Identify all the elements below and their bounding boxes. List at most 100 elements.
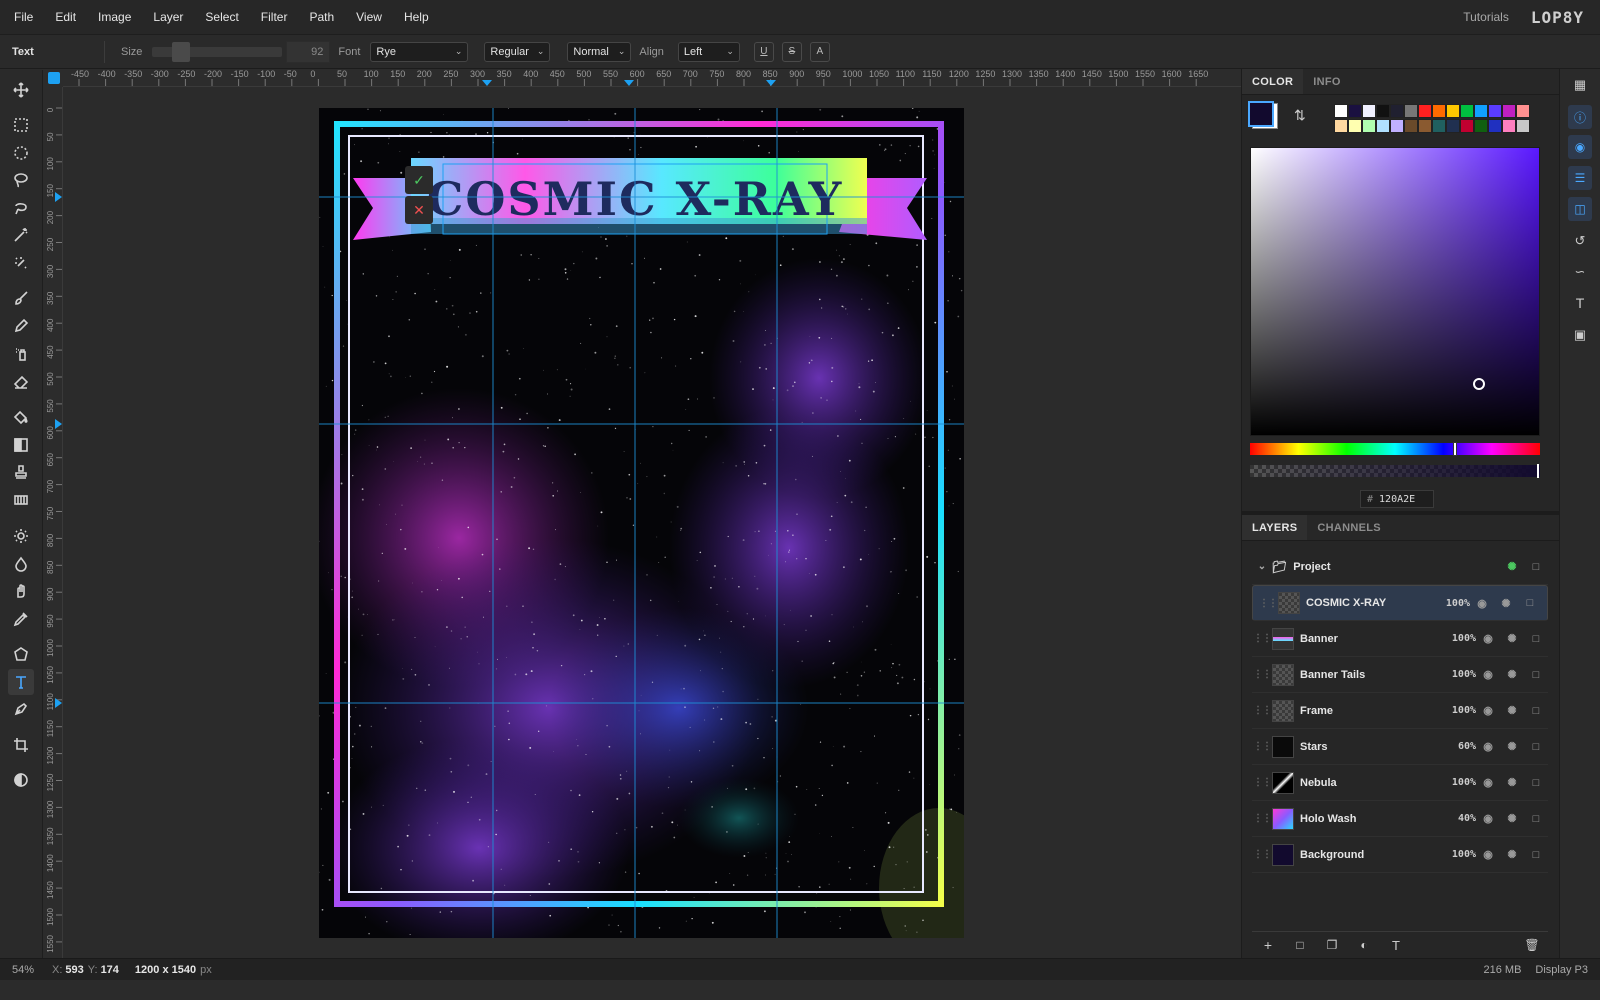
layer-group-project[interactable]: ⌄ 📁︎ Project ✺ □ [1252, 549, 1548, 585]
menu-layer[interactable]: Layer [142, 0, 194, 35]
layer-name[interactable]: Banner [1300, 633, 1338, 645]
lock-icon[interactable]: □ [1524, 813, 1548, 825]
lock-icon[interactable]: □ [1518, 597, 1542, 609]
document-canvas[interactable]: COSMIC X-RAY ✓ ✕ [319, 108, 964, 938]
color-swatch[interactable] [1334, 119, 1348, 133]
layer-opacity[interactable]: 100% [1436, 705, 1476, 716]
new-group-icon[interactable]: □ [1284, 938, 1316, 952]
blur-tool[interactable] [8, 551, 34, 577]
underline-button[interactable]: U [753, 41, 774, 62]
type-icon[interactable]: T [1568, 291, 1592, 315]
hex-input[interactable]: #120A2E [1360, 490, 1434, 508]
lasso-tool[interactable] [8, 167, 34, 193]
font-style-select[interactable]: Regular ⌄ [484, 41, 551, 62]
color-swatch[interactable] [1348, 104, 1362, 118]
chevron-down-icon[interactable]: ⌄ [1252, 561, 1272, 572]
menu-view[interactable]: View [345, 0, 393, 35]
effects-icon[interactable]: ✺ [1500, 848, 1524, 861]
layer-row[interactable]: ⋮⋮ Stars 60% ◉ ✺ □ [1252, 729, 1548, 765]
alpha-slider[interactable] [1250, 464, 1540, 478]
hue-slider-handle[interactable] [1453, 442, 1457, 456]
color-swatch[interactable] [1334, 104, 1348, 118]
drag-handle-icon[interactable]: ⋮⋮ [1252, 849, 1272, 860]
curve-icon[interactable]: ∽ [1568, 260, 1592, 284]
tab-info[interactable]: INFO [1303, 69, 1350, 94]
tutorials-link[interactable]: Tutorials [1463, 10, 1509, 24]
effects-icon[interactable]: ✺ [1500, 740, 1524, 753]
color-swatch[interactable] [1404, 119, 1418, 133]
layer-row[interactable]: ⋮⋮ Background 100% ◉ ✺ □ [1252, 837, 1548, 873]
effects-icon[interactable]: ✺ [1500, 812, 1524, 825]
lock-icon[interactable]: □ [1524, 633, 1548, 645]
layer-opacity[interactable]: 100% [1436, 633, 1476, 644]
layer-name[interactable]: Frame [1300, 705, 1333, 717]
layers-icon[interactable]: ☰ [1568, 166, 1592, 190]
drag-handle-icon[interactable]: ⋮⋮ [1252, 633, 1272, 644]
history-icon[interactable]: ↺ [1568, 229, 1592, 253]
layer-name[interactable]: Banner Tails [1300, 669, 1365, 681]
color-swatch[interactable] [1362, 119, 1376, 133]
color-swatch[interactable] [1362, 104, 1376, 118]
lock-icon[interactable]: □ [1524, 849, 1548, 861]
blend-mode-select[interactable]: Normal ⌄ [567, 41, 632, 62]
layer-opacity[interactable]: 100% [1430, 598, 1470, 609]
guide-marker[interactable] [55, 419, 62, 429]
color-swatch[interactable] [1418, 119, 1432, 133]
lock-icon[interactable]: □ [1524, 741, 1548, 753]
color-swatch[interactable] [1474, 119, 1488, 133]
text-tool[interactable] [8, 669, 34, 695]
palette-icon[interactable]: ◉ [1568, 135, 1592, 159]
color-swatch[interactable] [1390, 119, 1404, 133]
layer-row[interactable]: ⋮⋮ Banner 100% ◉ ✺ □ [1252, 621, 1548, 657]
layer-name[interactable]: Background [1300, 849, 1364, 861]
add-layer-icon[interactable]: + [1252, 937, 1284, 953]
fill-tool[interactable] [8, 404, 34, 430]
zoom-level[interactable]: 54% [0, 964, 46, 976]
align-select[interactable]: Left ⌄ [677, 41, 740, 62]
size-slider-knob[interactable] [172, 41, 191, 62]
menu-help[interactable]: Help [393, 0, 440, 35]
size-input[interactable]: 92 [286, 40, 331, 63]
layer-row[interactable]: ⋮⋮ COSMIC X-RAY 100% ◉ ✺ □ [1252, 585, 1548, 621]
channels-icon[interactable]: ◫ [1568, 197, 1592, 221]
layer-opacity[interactable]: 100% [1436, 669, 1476, 680]
color-swatch[interactable] [1502, 119, 1516, 133]
stamp-tool[interactable] [8, 459, 34, 485]
alpha-slider-handle[interactable] [1537, 464, 1539, 478]
effects-icon[interactable]: ✺ [1500, 704, 1524, 717]
drag-handle-icon[interactable]: ⋮⋮ [1252, 813, 1272, 824]
vertical-ruler[interactable]: 0 50 100 150 200 250 300 350 400 450 500 550 600 650 7… [43, 87, 63, 958]
lock-icon[interactable]: □ [1524, 561, 1548, 573]
layer-opacity[interactable]: 40% [1436, 813, 1476, 824]
map-icon[interactable]: ▦ [1568, 73, 1592, 97]
color-swatch[interactable] [1390, 104, 1404, 118]
cancel-text-button[interactable]: ✕ [405, 196, 433, 224]
guide-marker[interactable] [766, 80, 776, 86]
drag-handle-icon[interactable]: ⋮⋮ [1258, 598, 1278, 609]
effects-icon[interactable]: ✺ [1500, 668, 1524, 681]
color-swatch[interactable] [1474, 104, 1488, 118]
layer-row[interactable]: ⋮⋮ Holo Wash 40% ◉ ✺ □ [1252, 801, 1548, 837]
eye-icon[interactable]: ◉ [1470, 597, 1494, 610]
color-swatch[interactable] [1348, 119, 1362, 133]
layer-name[interactable]: Stars [1300, 741, 1328, 753]
drag-handle-icon[interactable]: ⋮⋮ [1252, 741, 1272, 752]
drag-handle-icon[interactable]: ⋮⋮ [1252, 705, 1272, 716]
add-text-layer-icon[interactable]: T [1380, 938, 1412, 953]
drag-handle-icon[interactable]: ⋮⋮ [1252, 777, 1272, 788]
guide-marker[interactable] [55, 192, 62, 202]
workspace[interactable]: COSMIC X-RAY ✓ ✕ [63, 87, 1241, 958]
color-swatch[interactable] [1488, 119, 1502, 133]
brush-tool[interactable] [8, 285, 34, 311]
rect-select-tool[interactable] [8, 112, 34, 138]
tab-color[interactable]: COLOR [1242, 69, 1304, 94]
color-swatch[interactable] [1432, 104, 1446, 118]
layer-opacity[interactable]: 100% [1436, 777, 1476, 788]
menu-path[interactable]: Path [298, 0, 345, 35]
font-select[interactable]: Rye ⌄ [370, 41, 469, 62]
hue-slider[interactable] [1250, 442, 1540, 456]
foreground-color-swatch[interactable] [1248, 101, 1274, 127]
color-picker-handle[interactable] [1473, 378, 1485, 390]
horizontal-ruler[interactable]: -450 -400 -350 -300 -250 -200 -150 -100 -50 0 50 10… [63, 69, 1241, 87]
crop-tool[interactable] [8, 732, 34, 758]
